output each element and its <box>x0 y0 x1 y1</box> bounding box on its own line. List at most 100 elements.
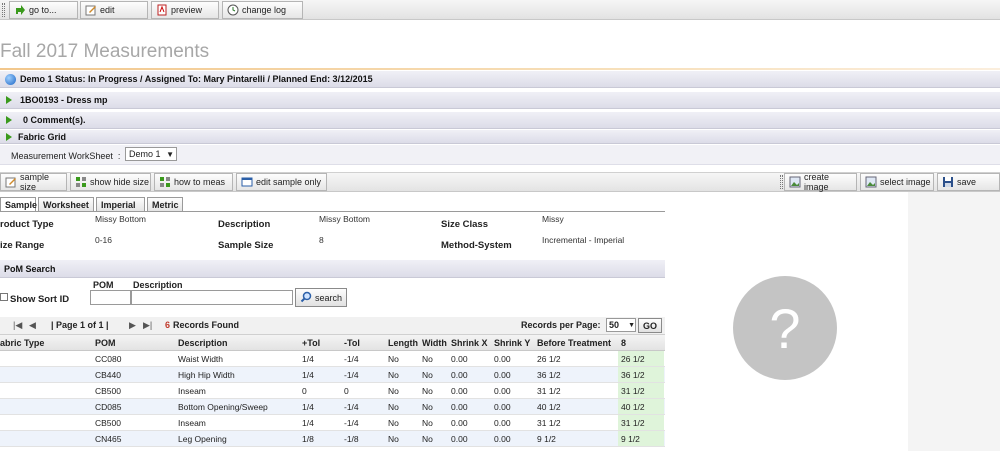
table-row[interactable]: CN465 Leg Opening 1/8 -1/8 No No 0.00 0.00 9 1/2… <box>0 431 665 447</box>
edit-size-icon <box>4 176 17 188</box>
col-minus-tol[interactable]: -Tol <box>344 338 360 348</box>
cell-plus-tol: 1/4 <box>302 418 314 428</box>
col-shrink-x[interactable]: Shrink X <box>451 338 488 348</box>
cell-size-8[interactable]: 9 1/2 <box>621 434 640 444</box>
status-bar[interactable]: Demo 1 Status: In Progress / Assigned To… <box>0 71 1000 88</box>
toolbar-separator <box>780 175 783 189</box>
description-search-label: Description <box>133 280 183 290</box>
tab-metric[interactable]: Metric <box>147 197 183 211</box>
create-image-button[interactable]: create image <box>784 172 857 192</box>
worksheet-select[interactable]: Demo 1 ▼ <box>125 147 177 161</box>
col-size-8[interactable]: 8 <box>621 338 626 348</box>
window-icon <box>240 176 253 188</box>
dropdown-arrow-icon: ▼ <box>628 321 635 329</box>
cell-size-8[interactable]: 31 1/2 <box>621 386 645 396</box>
grid-header: abric Type POM Description +Tol -Tol Len… <box>0 335 665 351</box>
change-log-button[interactable]: change log <box>222 1 303 19</box>
cell-pom: CC080 <box>95 354 122 364</box>
table-row[interactable]: CD085 Bottom Opening/Sweep 1/4 -1/4 No No 0.00… <box>0 399 665 415</box>
sample-size-button[interactable]: sample size <box>0 172 67 192</box>
description-label: Description <box>218 219 271 230</box>
pom-label: POM <box>93 280 114 290</box>
cell-width: No <box>422 354 433 364</box>
preview-button[interactable]: preview <box>151 1 219 19</box>
prev-page-icon[interactable]: ◀ <box>29 320 36 331</box>
cell-length: No <box>388 402 399 412</box>
cell-shrink-y: 0.00 <box>494 434 511 444</box>
table-row[interactable]: CB500 Inseam 0 0 No No 0.00 0.00 31 1/2 31 1/2 <box>0 383 665 399</box>
tab-imperial[interactable]: Imperial <box>96 197 145 211</box>
show-hide-size-button[interactable]: show hide size <box>70 173 151 191</box>
show-sort-id-checkbox[interactable] <box>0 293 8 301</box>
col-length[interactable]: Length <box>388 338 418 348</box>
product-type-label: roduct Type <box>0 219 54 230</box>
select-image-button[interactable]: select image <box>860 173 934 191</box>
records-found-text: Records Found <box>173 320 240 330</box>
cell-before-treatment: 31 1/2 <box>537 418 561 428</box>
cell-before-treatment: 36 1/2 <box>537 370 561 380</box>
cell-size-8[interactable]: 31 1/2 <box>621 418 645 428</box>
col-description[interactable]: Description <box>178 338 228 348</box>
next-page-icon[interactable]: ▶ <box>129 320 136 331</box>
worksheet-label: Measurement WorkSheet : <box>11 151 121 161</box>
fabric-grid-section[interactable]: Fabric Grid <box>0 130 1000 144</box>
col-width[interactable]: Width <box>422 338 447 348</box>
product-section[interactable]: 1BO0193 - Dress mp <box>0 92 1000 109</box>
description-value: Missy Bottom <box>319 214 371 224</box>
tab-sample[interactable]: Sample <box>0 197 37 212</box>
records-count: 6 <box>165 320 171 330</box>
cell-minus-tol: -1/4 <box>344 402 359 412</box>
comments-section[interactable]: 0 Comment(s). <box>0 112 1000 129</box>
cell-size-8[interactable]: 26 1/2 <box>621 354 645 364</box>
goto-button[interactable]: go to... <box>9 1 78 19</box>
cell-minus-tol: -1/4 <box>344 370 359 380</box>
cell-shrink-y: 0.00 <box>494 354 511 364</box>
go-button[interactable]: GO <box>638 318 662 333</box>
last-page-icon[interactable]: ▶| <box>143 320 152 331</box>
table-row[interactable]: CB500 Inseam 1/4 -1/4 No No 0.00 0.00 31 1/2 31 1… <box>0 415 665 431</box>
col-before-treatment[interactable]: Before Treatment <box>537 338 611 348</box>
cell-size-8[interactable]: 36 1/2 <box>621 370 645 380</box>
size-class-label: Size Class <box>441 219 488 230</box>
tab-worksheet[interactable]: Worksheet <box>38 197 94 211</box>
records-per-page-select[interactable]: 50 ▼ <box>606 318 636 332</box>
pdf-icon <box>155 4 168 16</box>
comments-text: 0 Comment(s). <box>23 115 86 125</box>
save-button[interactable]: save <box>937 173 1000 191</box>
edit-button[interactable]: edit <box>80 1 148 19</box>
first-page-icon[interactable]: |◀ <box>13 320 22 331</box>
tab-strip-line <box>0 211 665 212</box>
cell-length: No <box>388 354 399 364</box>
table-row[interactable]: CB440 High Hip Width 1/4 -1/4 No No 0.00 0.00 36… <box>0 367 665 383</box>
table-row[interactable]: CC080 Waist Width 1/4 -1/4 No No 0.00 0.00 26 1/… <box>0 351 665 367</box>
clock-icon <box>226 4 239 16</box>
cell-before-treatment: 40 1/2 <box>537 402 561 412</box>
pom-input[interactable] <box>90 290 131 305</box>
cell-shrink-x: 0.00 <box>451 370 468 380</box>
cell-length: No <box>388 370 399 380</box>
cell-description: Bottom Opening/Sweep <box>178 402 268 412</box>
sample-size-value: 8 <box>319 235 324 245</box>
description-search-input[interactable] <box>131 290 293 305</box>
cell-width: No <box>422 434 433 444</box>
image-placeholder-icon[interactable]: ? <box>733 276 837 380</box>
size-range-value: 0-16 <box>95 235 113 245</box>
cell-size-8[interactable]: 40 1/2 <box>621 402 645 412</box>
search-button[interactable]: search <box>295 288 347 307</box>
edit-sample-only-button[interactable]: edit sample only <box>236 173 327 191</box>
toolbar-grip[interactable] <box>2 3 5 17</box>
how-to-meas-button[interactable]: how to meas <box>154 173 233 191</box>
col-pom[interactable]: POM <box>95 338 116 348</box>
col-plus-tol[interactable]: +Tol <box>302 338 320 348</box>
col-shrink-y[interactable]: Shrink Y <box>494 338 530 348</box>
page-title: Fall 2017 Measurements <box>0 41 210 62</box>
cell-before-treatment: 26 1/2 <box>537 354 561 364</box>
col-fabric-type[interactable]: abric Type <box>0 338 44 348</box>
cell-plus-tol: 1/4 <box>302 370 314 380</box>
image-icon <box>788 176 801 188</box>
cell-width: No <box>422 402 433 412</box>
cell-length: No <box>388 418 399 428</box>
cell-plus-tol: 1/4 <box>302 354 314 364</box>
product-text: 1BO0193 - Dress mp <box>20 95 108 105</box>
cell-shrink-y: 0.00 <box>494 370 511 380</box>
